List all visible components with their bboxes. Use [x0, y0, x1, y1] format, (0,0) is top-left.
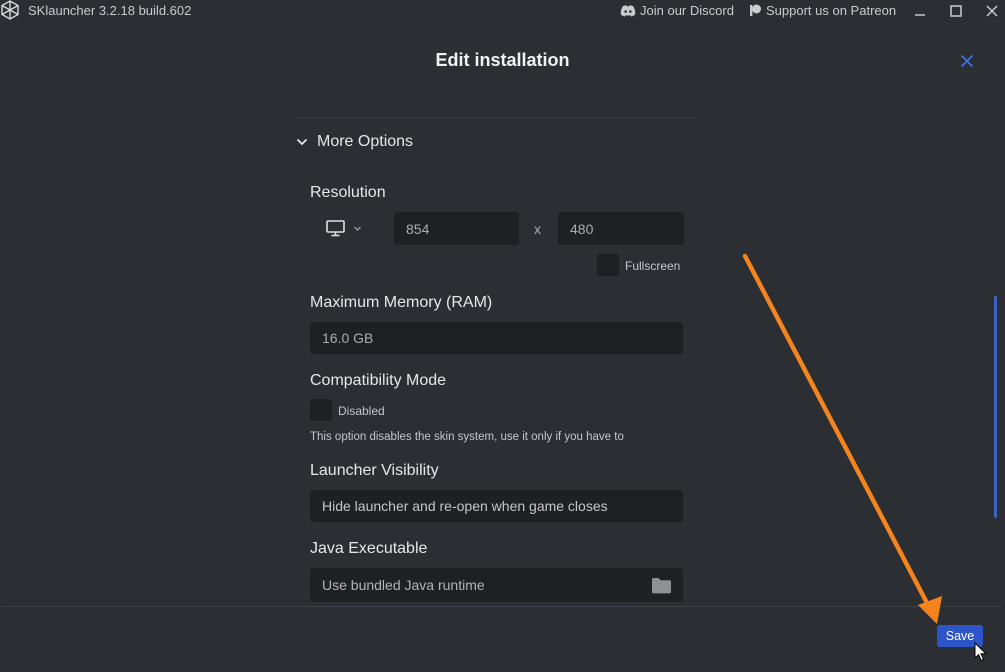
- minimize-button[interactable]: [905, 0, 935, 22]
- compatibility-checkbox[interactable]: [310, 399, 332, 421]
- footer-divider: [2, 606, 1001, 607]
- chevron-down-icon: [296, 138, 308, 146]
- monitor-preset-dropdown[interactable]: [326, 220, 362, 237]
- java-path-input[interactable]: Use bundled Java runtime: [310, 568, 683, 602]
- fullscreen-checkbox[interactable]: [597, 254, 619, 276]
- memory-input[interactable]: 16.0 GB: [310, 322, 683, 354]
- visibility-select[interactable]: Hide launcher and re-open when game clos…: [310, 490, 683, 522]
- resolution-label: Resolution: [310, 184, 386, 201]
- section-divider: [296, 117, 696, 118]
- visibility-label: Launcher Visibility: [310, 462, 439, 479]
- minimize-icon: [915, 14, 925, 16]
- cursor-icon: [974, 642, 988, 662]
- resolution-separator: x: [534, 221, 541, 237]
- close-icon: [986, 5, 998, 17]
- app-logo-icon: [1, 0, 19, 20]
- maximize-button[interactable]: [941, 0, 971, 22]
- compatibility-label: Compatibility Mode: [310, 372, 447, 389]
- dialog-title: Edit installation: [435, 50, 570, 70]
- memory-label: Maximum Memory (RAM): [310, 294, 493, 311]
- compatibility-state-label: Disabled: [338, 404, 385, 418]
- title-bar: SKlauncher 3.2.18 build.602 Join our Dis…: [0, 0, 1005, 22]
- discord-label: Join our Discord: [640, 3, 734, 18]
- resolution-width-input[interactable]: 854: [394, 212, 519, 245]
- patreon-icon: [750, 4, 761, 16]
- dialog-close-icon[interactable]: [957, 51, 977, 71]
- maximize-icon: [950, 5, 962, 17]
- more-options-toggle[interactable]: More Options: [296, 133, 413, 151]
- window-close-button[interactable]: [977, 0, 1005, 22]
- app-title: SKlauncher 3.2.18 build.602: [28, 3, 192, 18]
- resolution-height-input[interactable]: 480: [558, 212, 684, 245]
- patreon-link[interactable]: Support us on Patreon: [749, 3, 896, 18]
- monitor-icon: [326, 220, 345, 237]
- java-label: Java Executable: [310, 540, 428, 557]
- folder-icon: [652, 577, 671, 593]
- patreon-label: Support us on Patreon: [766, 3, 897, 18]
- discord-icon: [620, 4, 636, 16]
- chevron-down-icon: [354, 226, 361, 231]
- fullscreen-label: Fullscreen: [625, 259, 681, 273]
- more-options-label: More Options: [317, 133, 414, 150]
- browse-java-button[interactable]: [640, 568, 683, 602]
- discord-link[interactable]: Join our Discord: [620, 3, 734, 18]
- scrollbar-thumb[interactable]: [994, 296, 997, 518]
- compatibility-hint: This option disables the skin system, us…: [310, 431, 624, 443]
